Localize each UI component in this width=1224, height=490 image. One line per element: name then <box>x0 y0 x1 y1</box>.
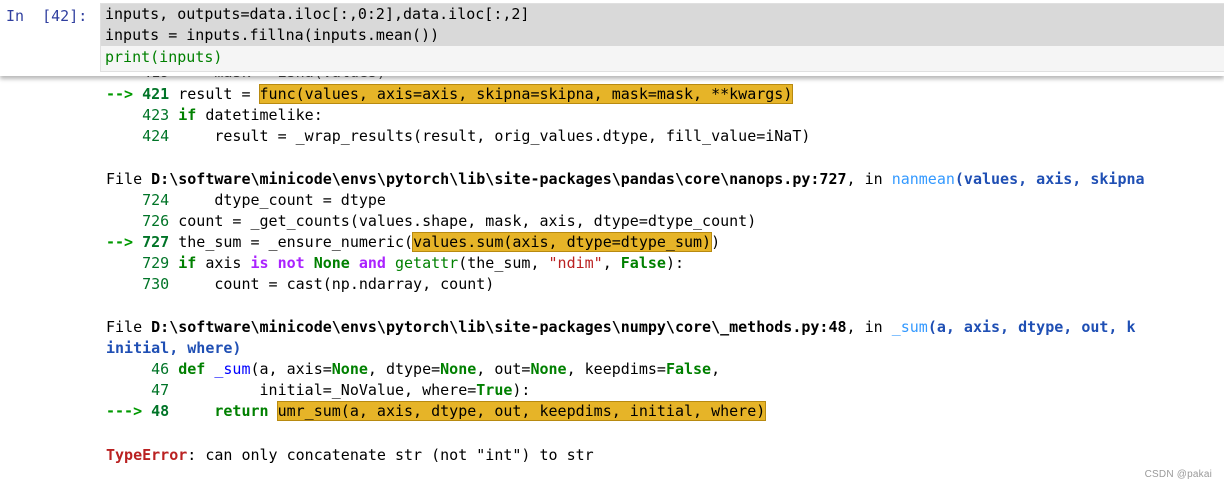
current-line-arrow: ---> <box>106 402 152 420</box>
traceback-line-724: 724 dtype_count = dtype <box>106 190 386 211</box>
code-text: ): <box>512 381 531 399</box>
function-def-name: _sum <box>205 360 251 378</box>
code-text: , <box>711 360 721 378</box>
error-highlight: func(values, axis=axis, skipna=skipna, m… <box>258 84 794 104</box>
keyword: None <box>331 360 368 378</box>
traceback-line-48: ---> 48 return umr_sum(a, axis, dtype, o… <box>106 401 767 422</box>
traceback-file-header-nanops: File D:\software\minicode\envs\pytorch\l… <box>106 169 1145 190</box>
in-label: , in <box>846 318 892 336</box>
in-label: , in <box>846 170 892 188</box>
current-line-arrow: --> <box>106 233 143 251</box>
traceback-line-726: 726 count = _get_counts(values.shape, ma… <box>106 211 756 232</box>
error-highlight: umr_sum(a, axis, dtype, out, keepdims, i… <box>276 401 767 421</box>
line-number: 727 <box>142 233 170 251</box>
code-text: the_sum = _ensure_numeric( <box>169 233 414 251</box>
code-line-1[interactable]: inputs, outputs=data.iloc[:,0:2],data.il… <box>101 4 1224 25</box>
file-label: File <box>106 318 152 336</box>
code-line-3[interactable]: print(inputs) <box>105 47 222 68</box>
error-type: TypeError <box>106 446 188 464</box>
traceback-line-47: 47 initial=_NoValue, where=True): <box>106 380 530 401</box>
function-args: (a, axis, dtype, out, k <box>927 318 1136 336</box>
traceback-line-421: --> 421 result = func(values, axis=axis,… <box>106 84 794 105</box>
keyword: def <box>178 360 206 378</box>
keyword: False <box>620 254 666 272</box>
traceback-line-730: 730 count = cast(np.ndarray, count) <box>106 274 494 295</box>
line-number: 424 <box>106 127 170 145</box>
keyword: if <box>178 254 197 272</box>
current-line-arrow: --> <box>106 85 143 103</box>
line-number: 726 <box>106 212 170 230</box>
code-text: (a, axis= <box>250 360 332 378</box>
line-number: 47 <box>106 381 170 399</box>
keyword: False <box>665 360 712 378</box>
code-line-2[interactable]: inputs = inputs.fillna(inputs.mean()) <box>101 25 1224 46</box>
code-text: count = cast(np.ndarray, count) <box>169 275 495 293</box>
traceback-line-424: 424 result = _wrap_results(result, orig_… <box>106 126 810 147</box>
keyword: None <box>313 254 350 272</box>
input-cell[interactable]: In [42]: inputs, outputs=data.iloc[:,0:2… <box>0 0 1224 76</box>
code-text: result = <box>169 85 260 103</box>
line-number: 730 <box>106 275 170 293</box>
code-text: dtype_count = dtype <box>169 191 386 209</box>
traceback-line-46: 46 def _sum(a, axis=None, dtype=None, ou… <box>106 359 720 380</box>
code-editor[interactable]: inputs, outputs=data.iloc[:,0:2],data.il… <box>100 3 1224 72</box>
code-text: result = _wrap_results(result, orig_valu… <box>169 127 811 145</box>
code-text: (the_sum, <box>458 254 549 272</box>
keyword: is not <box>250 254 305 272</box>
file-path: D:\software\minicode\envs\pytorch\lib\si… <box>151 170 847 188</box>
traceback-line-727: --> 727 the_sum = _ensure_numeric(values… <box>106 232 720 253</box>
error-message: : can only concatenate str (not "int") t… <box>187 446 594 464</box>
keyword: return <box>214 402 269 420</box>
code-text: , <box>602 254 621 272</box>
input-prompt: In [42]: <box>6 7 88 25</box>
keyword: None <box>440 360 477 378</box>
line-number: 421 <box>142 85 170 103</box>
traceback-line-423: 423 if datetimelike: <box>106 105 323 126</box>
function-args: (values, axis, skipna <box>954 170 1145 188</box>
keyword: and <box>358 254 386 272</box>
file-label: File <box>106 170 152 188</box>
line-number: 423 <box>106 106 170 124</box>
keyword: if <box>178 106 197 124</box>
function-args-continued: initial, where) <box>106 339 242 357</box>
line-number: 48 <box>151 402 170 420</box>
code-text: axis <box>196 254 251 272</box>
code-text: count = _get_counts(values.shape, mask, … <box>169 212 757 230</box>
traceback-file-header-cont: initial, where) <box>106 338 241 359</box>
traceback-line-729: 729 if axis is not None and getattr(the_… <box>106 253 684 274</box>
code-text: ): <box>665 254 684 272</box>
file-path: D:\software\minicode\envs\pytorch\lib\si… <box>151 318 847 336</box>
code-text: ) <box>711 233 721 251</box>
line-number: 729 <box>106 254 170 272</box>
code-text: , out= <box>476 360 531 378</box>
error-message-line: TypeError: can only concatenate str (not… <box>106 445 594 466</box>
watermark: CSDN @pakai <box>1144 469 1212 480</box>
line-number: 46 <box>106 360 170 378</box>
function-name-link[interactable]: _sum <box>892 318 928 336</box>
traceback-file-header-methods: File D:\software\minicode\envs\pytorch\l… <box>106 317 1136 338</box>
string-literal: "ndim" <box>548 254 603 272</box>
function-name-link[interactable]: nanmean <box>892 170 955 188</box>
keyword: None <box>530 360 567 378</box>
error-highlight: values.sum(axis, dtype=dtype_sum) <box>412 232 713 252</box>
code-text: , keepdims= <box>566 360 666 378</box>
code-text: initial=_NoValue, where= <box>169 381 477 399</box>
keyword: True <box>476 381 513 399</box>
code-text: , dtype= <box>367 360 441 378</box>
builtin-name: getattr <box>395 254 459 272</box>
code-text: datetimelike: <box>196 106 323 124</box>
line-number: 724 <box>106 191 170 209</box>
